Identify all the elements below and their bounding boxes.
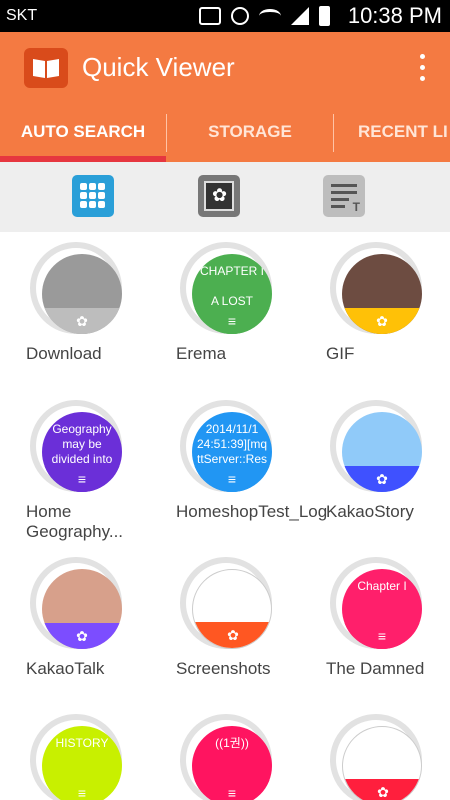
folder-name: KakaoStory <box>326 502 414 521</box>
text-type-icon: ≡ <box>227 785 237 800</box>
folder-thumbnail-ring: ✿ <box>30 557 122 649</box>
overflow-menu-icon[interactable] <box>420 54 426 82</box>
view-mode-bar: ✿ T <box>0 162 450 232</box>
image-type-icon: ✿ <box>76 628 88 644</box>
folder-thumbnail-ring: HISTORY ≡ <box>30 714 122 800</box>
folder-name: HomeshopTest_Log <box>176 502 328 521</box>
app-title: Quick Viewer <box>82 52 235 82</box>
folder-thumbnail: 2014/11/1 24:51:39][mq ttServer::Res≡ <box>192 412 272 492</box>
folder-thumbnail: ✿ <box>42 569 122 649</box>
mute-icon <box>199 7 221 25</box>
folder-preview-text: ((1권)) <box>215 736 249 750</box>
folder-grid: ✿ Download CHAPTER I A LOST ≡ Erema ✿ GIF Geogr… <box>0 232 450 800</box>
tab-recent-list[interactable]: RECENT LI <box>334 104 450 162</box>
folder-thumbnail-ring: CHAPTER I A LOST ≡ <box>180 242 272 334</box>
folder-thumbnail: ✿ <box>342 412 422 492</box>
tab-storage[interactable]: STORAGE <box>167 104 333 162</box>
tab-label: AUTO SEARCH <box>20 122 146 141</box>
folder-name: Home Geography... <box>26 502 124 541</box>
folder-thumbnail: ✿ <box>342 254 422 334</box>
folder-name: Erema <box>176 344 227 363</box>
image-type-icon: ✿ <box>76 313 88 329</box>
text-type-icon: ≡ <box>227 313 237 329</box>
folder-thumbnail-ring: ✿ <box>180 557 272 649</box>
signal-icon <box>291 7 309 25</box>
image-type-icon: ✿ <box>377 784 389 800</box>
folder-thumbnail: Geography may be divided into ≡ <box>42 412 122 492</box>
tab-label: RECENT LI <box>358 122 448 141</box>
folder-thumbnail: Chapter I ≡ <box>342 569 422 649</box>
image-type-icon: ✿ <box>376 471 388 487</box>
folder-thumbnail-ring: ✿ <box>330 714 422 800</box>
folder-thumbnail: HISTORY ≡ <box>42 726 122 800</box>
app-logo <box>24 48 68 88</box>
grid-view-icon[interactable] <box>72 175 114 217</box>
alarm-icon <box>231 7 249 25</box>
text-type-icon: ≡ <box>227 471 237 487</box>
wifi-icon <box>259 9 281 23</box>
folder-name: Screenshots <box>176 659 271 678</box>
folder-name: Download <box>26 344 102 363</box>
carrier-label: SKT <box>6 7 38 24</box>
folder-thumbnail: ✿ <box>42 254 122 334</box>
folder-preview-text: Geography may be divided into <box>51 422 113 466</box>
folder-preview-text: HISTORY <box>55 736 109 750</box>
folder-preview-text: CHAPTER I A LOST <box>199 264 264 308</box>
clock: 10:38 PM <box>347 3 442 28</box>
text-type-icon: ≡ <box>77 471 87 487</box>
folder-name: KakaoTalk <box>26 659 105 678</box>
folder-thumbnail: ✿ <box>342 726 422 800</box>
text-type-icon: ≡ <box>77 785 87 800</box>
tab-bar: AUTO SEARCH STORAGE RECENT LI <box>0 104 450 162</box>
folder-thumbnail-ring: ✿ <box>30 242 122 334</box>
folder-thumbnail-ring: 2014/11/1 24:51:39][mq ttServer::Res≡ <box>180 400 272 492</box>
folder-thumbnail: ✿ <box>192 569 272 649</box>
text-list-view-icon[interactable]: T <box>323 175 365 217</box>
folder-thumbnail-ring: ((1권)) ≡ <box>180 714 272 800</box>
folder-name: GIF <box>326 344 355 363</box>
status-icons <box>199 6 330 26</box>
status-bar: SKT 10:38 PM <box>0 0 450 32</box>
folder-thumbnail: ((1권)) ≡ <box>192 726 272 800</box>
folder-preview-text: Chapter I <box>357 579 407 593</box>
image-view-icon[interactable]: ✿ <box>198 175 240 217</box>
folder-name: The Damned <box>326 659 425 678</box>
folder-thumbnail: CHAPTER I A LOST ≡ <box>192 254 272 334</box>
image-type-icon: ✿ <box>376 313 388 329</box>
image-type-icon: ✿ <box>227 627 239 643</box>
text-type-icon: ≡ <box>377 628 387 644</box>
book-icon <box>33 59 59 78</box>
folder-thumbnail-ring: Chapter I ≡ <box>330 557 422 649</box>
folder-thumbnail-ring: ✿ <box>330 400 422 492</box>
folder-preview-text: 2014/11/1 24:51:39][mq ttServer::Res <box>196 422 268 466</box>
app-bar: Quick Viewer <box>0 32 450 104</box>
folder-thumbnail-ring: ✿ <box>330 242 422 334</box>
tab-auto-search[interactable]: AUTO SEARCH <box>0 104 166 162</box>
battery-icon <box>319 6 330 26</box>
folder-thumbnail-ring: Geography may be divided into ≡ <box>30 400 122 492</box>
tab-label: STORAGE <box>208 122 292 141</box>
